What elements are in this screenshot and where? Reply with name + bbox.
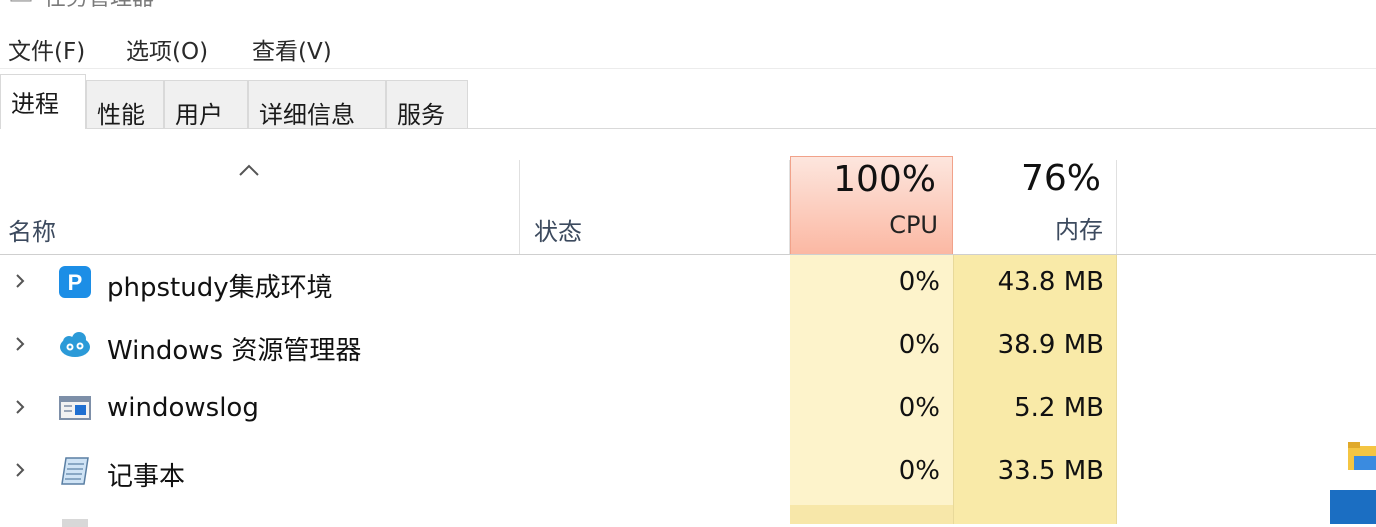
window-title: 任务管理器 xyxy=(44,0,154,12)
process-cpu: 0% xyxy=(898,330,940,360)
column-cpu[interactable]: 100% CPU xyxy=(790,156,953,254)
table-row[interactable]: Windows 资源管理器 0% 38.9 MB xyxy=(0,318,1376,381)
column-memory[interactable]: 76% 内存 xyxy=(954,156,1117,254)
cpu-total-percent: 100% xyxy=(833,159,936,200)
explorer-gear-icon xyxy=(60,332,90,357)
column-divider[interactable] xyxy=(519,160,520,254)
svg-text:P: P xyxy=(68,270,83,295)
process-memory: 43.8 MB xyxy=(997,267,1104,297)
taskbar-button[interactable] xyxy=(1330,490,1376,524)
sort-ascending-icon[interactable] xyxy=(238,164,260,176)
column-name[interactable]: 名称 xyxy=(8,212,56,247)
title-bar: 任务管理器 xyxy=(0,0,1376,12)
tab-processes[interactable]: 进程 xyxy=(0,74,86,129)
window-app-icon xyxy=(59,396,91,420)
chevron-right-icon[interactable] xyxy=(12,399,28,415)
process-name: phpstudy集成环境 xyxy=(107,273,333,303)
partial-row-icon xyxy=(62,519,88,527)
menu-bar: 文件(F) 选项(O) 查看(V) xyxy=(0,30,1376,69)
process-memory: 38.9 MB xyxy=(997,330,1104,360)
table-row[interactable]: P phpstudy集成环境 0% 43.8 MB xyxy=(0,255,1376,318)
task-manager-icon xyxy=(10,0,32,2)
tab-performance[interactable]: 性能 xyxy=(86,80,164,129)
notepad-icon xyxy=(61,457,89,485)
column-header: 名称 状态 100% CPU 76% 内存 xyxy=(0,156,1376,255)
menu-options[interactable]: 选项(O) xyxy=(126,32,208,66)
process-cpu: 0% xyxy=(898,267,940,297)
process-name: 记事本 xyxy=(107,462,186,492)
table-row[interactable]: windowslog 0% 5.2 MB xyxy=(0,381,1376,444)
menu-file[interactable]: 文件(F) xyxy=(8,32,85,66)
chevron-right-icon[interactable] xyxy=(12,336,28,352)
memory-label: 内存 xyxy=(1055,216,1103,244)
process-memory: 33.5 MB xyxy=(997,456,1104,486)
memory-total-percent: 76% xyxy=(1020,158,1101,199)
process-list: P phpstudy集成环境 0% 43.8 MB Windows 资源管理器 … xyxy=(0,255,1376,527)
tab-users[interactable]: 用户 xyxy=(164,80,248,129)
tab-bar: 进程 性能 用户 详细信息 服务 xyxy=(0,74,1376,129)
folder-icon[interactable] xyxy=(1346,440,1376,474)
process-memory: 5.2 MB xyxy=(1014,393,1104,423)
chevron-right-icon[interactable] xyxy=(12,273,28,289)
menu-view[interactable]: 查看(V) xyxy=(252,32,332,66)
chevron-right-icon[interactable] xyxy=(12,462,28,478)
table-row[interactable]: 记事本 0% 33.5 MB xyxy=(0,444,1376,507)
process-name: Windows 资源管理器 xyxy=(107,336,362,366)
process-name: windowslog xyxy=(107,393,259,423)
column-status[interactable]: 状态 xyxy=(534,212,582,247)
column-divider[interactable] xyxy=(1116,160,1117,254)
tab-details[interactable]: 详细信息 xyxy=(248,80,386,129)
phpstudy-icon: P xyxy=(59,266,91,298)
process-cpu: 0% xyxy=(898,456,940,486)
cpu-label: CPU xyxy=(889,211,938,239)
process-cpu: 0% xyxy=(898,393,940,423)
tab-services[interactable]: 服务 xyxy=(386,80,468,129)
